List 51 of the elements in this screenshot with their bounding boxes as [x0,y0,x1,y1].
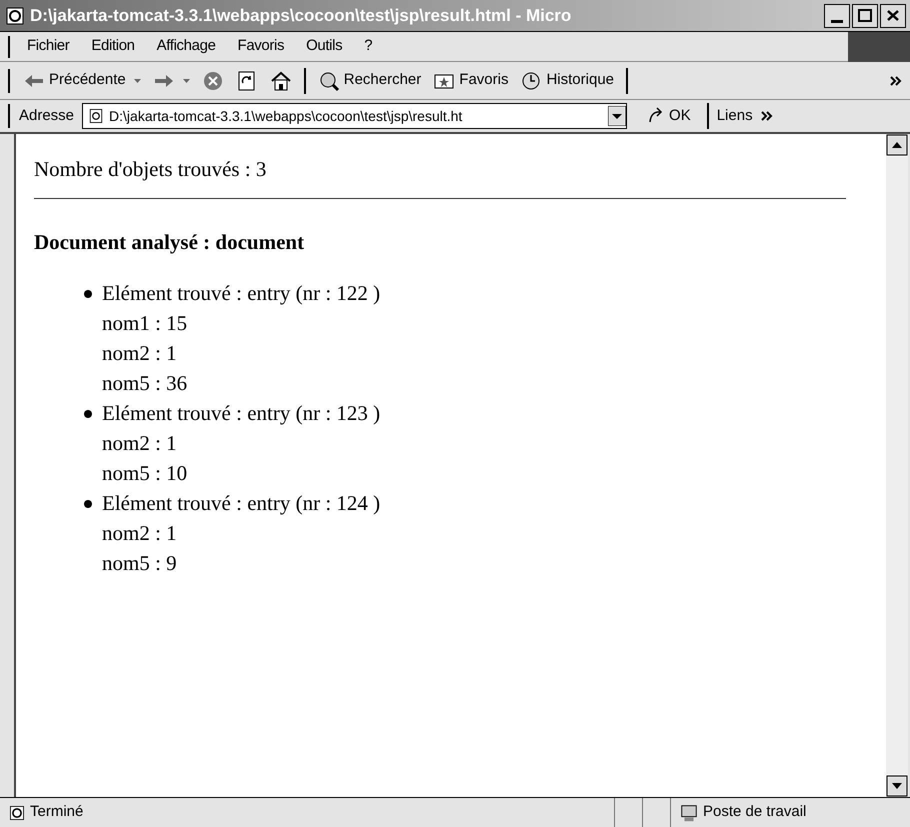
chevron-icon[interactable] [890,76,902,86]
dropdown-caret-icon [182,78,190,82]
entry-field: nom5 : 36 [102,368,380,398]
toolbar-button[interactable]: Favoris [433,69,508,92]
entry-title: Elément trouvé : entry (nr : 124 ) [102,490,380,517]
home-icon [270,70,292,92]
maximize-icon [858,9,872,22]
scroll-down-icon[interactable] [886,775,908,797]
menu-item[interactable]: ? [364,35,372,58]
entry-field: nom2 : 1 [102,518,380,548]
go-button[interactable]: OK [647,104,691,128]
entry-field: nom5 : 10 [102,458,380,488]
menu-item[interactable]: Favoris [238,35,284,58]
toolbar-button[interactable]: Rechercher [318,69,422,92]
entry-title: Elément trouvé : entry (nr : 123 ) [102,400,380,427]
dropdown-caret-icon [134,78,141,82]
stop-icon [202,70,224,92]
minimize-button[interactable] [824,4,850,28]
minimize-icon [831,20,843,22]
entry-field: nom1 : 15 [102,308,380,338]
window-title: D:\jakarta-tomcat-3.3.1\webapps\cocoon\test\jsp\result.html - Micro [30,4,572,27]
menu-item[interactable]: Affichage [156,35,216,58]
menu-item[interactable]: Outils [306,35,342,58]
links-button[interactable]: Liens [716,104,753,128]
toolbar-button[interactable]: Précédente [23,69,126,92]
document-heading: Document analysé : document [34,228,306,256]
close-icon [886,9,900,22]
chevron-icon[interactable] [760,111,773,121]
bullet-icon [84,500,92,508]
clock-icon [520,70,542,92]
scrollbar[interactable] [886,134,908,797]
entry-field: nom2 : 1 [102,428,380,458]
browser-page-icon [4,4,26,26]
bullet-icon [84,290,92,298]
bullet-icon [84,410,92,418]
menu-item[interactable]: Edition [91,35,135,58]
close-button[interactable] [880,4,906,28]
address-field[interactable]: D:\jakarta-tomcat-3.3.1\webapps\cocoon\test\jsp\result.ht [82,103,628,129]
toolbar-button[interactable] [270,70,292,92]
maximize-button[interactable] [852,4,878,28]
scroll-up-icon[interactable] [886,134,908,156]
entry-field: nom5 : 9 [102,548,380,578]
result-count: Nombre d'objets trouvés : 3 [34,156,268,183]
menu-item[interactable]: Fichier [27,35,70,58]
entry-title: Elément trouvé : entry (nr : 122 ) [102,280,380,307]
toolbar-button[interactable]: Historique [520,69,614,92]
dropdown-arrow-icon[interactable] [608,106,626,126]
zone-text: Poste de travail [703,802,806,822]
entry-field: nom2 : 1 [102,338,380,368]
address-label: Adresse [19,106,74,126]
status-text: Terminé [30,802,84,822]
